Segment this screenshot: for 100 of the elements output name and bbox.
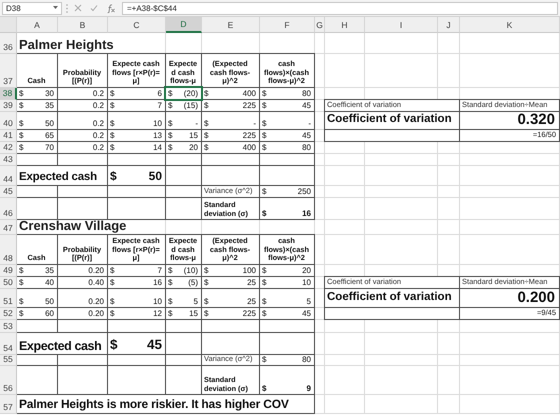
column-header[interactable]: H — [325, 17, 365, 33]
column-header[interactable]: F — [260, 17, 315, 33]
cell-value: 25 — [247, 296, 256, 306]
row-number[interactable]: 48 — [0, 235, 17, 265]
currency-sign: $ — [262, 130, 266, 140]
cell-value: 40 — [45, 278, 54, 287]
cell-value: 15 — [189, 130, 198, 140]
currency-sign: $ — [204, 142, 208, 152]
table-cell-text: 0.320 — [516, 112, 556, 129]
cell-value: 100 — [242, 266, 256, 275]
row-number[interactable]: 56 — [0, 366, 17, 395]
row-number[interactable]: 53 — [0, 320, 17, 333]
table-cell-text: 0.2 — [92, 142, 105, 153]
currency-sign: $ — [110, 308, 114, 318]
column-header[interactable]: C — [108, 17, 166, 33]
cell-value: 10 — [153, 296, 162, 306]
cell-value: 13 — [153, 130, 162, 140]
currency-sign: $ — [110, 296, 114, 306]
currency-sign: $ — [204, 278, 208, 287]
cell-value: 80 — [302, 142, 311, 152]
currency-sign: $ — [168, 296, 172, 306]
table-cell-text: 0.2 — [92, 100, 105, 111]
row-number[interactable]: 50 — [0, 277, 17, 289]
row-number[interactable]: 40 — [0, 112, 17, 130]
row-number[interactable]: 46 — [0, 198, 17, 220]
cell-value: 225 — [242, 130, 256, 140]
table-cell-text: 0.2 — [92, 130, 105, 141]
row-number[interactable]: 38 — [0, 88, 17, 100]
active-cell-border[interactable]: $ (20) — [166, 88, 201, 99]
currency-sign: $ — [262, 88, 266, 98]
currency-sign: $ — [19, 266, 24, 275]
table-cell-text: 0.20 — [87, 296, 105, 307]
column-header[interactable]: A — [17, 17, 58, 33]
currency-sign: $ — [110, 278, 114, 287]
row-number[interactable]: 45 — [0, 186, 17, 198]
currency-sign: $ — [168, 142, 172, 152]
column-header[interactable]: K — [460, 17, 560, 33]
column-header[interactable]: B — [58, 17, 108, 33]
cell-value: 30 — [45, 88, 54, 98]
row-number[interactable]: 49 — [0, 265, 17, 277]
select-all-corner[interactable] — [0, 17, 17, 33]
currency-sign: $ — [19, 130, 24, 140]
table-cell-text: 0.20 — [87, 265, 105, 276]
formula-field[interactable]: =+A38-$C$44 — [122, 2, 558, 14]
caret-icon — [53, 6, 58, 10]
function-icon — [106, 4, 116, 12]
cell-value: - — [195, 118, 198, 128]
row-number[interactable]: 51 — [0, 289, 17, 308]
row-number[interactable]: 44 — [0, 166, 17, 186]
currency-sign: $ — [110, 130, 114, 140]
close-icon — [74, 4, 82, 12]
row-number[interactable]: 42 — [0, 142, 17, 154]
cell-value: 35 — [45, 266, 54, 275]
table-cell-text: Palmer Heights — [18, 36, 115, 53]
row-number[interactable]: 37 — [0, 54, 17, 88]
check-icon — [90, 4, 98, 12]
currency-sign: $ — [262, 100, 266, 110]
cell-value: 250 — [298, 186, 311, 196]
table-cell-text: Expected cash — [18, 170, 98, 185]
cell-value: 20 — [189, 142, 198, 152]
row-number[interactable]: 54 — [0, 333, 17, 355]
row-number[interactable]: 52 — [0, 308, 17, 320]
cell-value: (5) — [188, 278, 198, 287]
row-number[interactable]: 41 — [0, 130, 17, 142]
row-number[interactable]: 55 — [0, 355, 17, 366]
cell-value: 50 — [45, 118, 54, 128]
cell-value: 16 — [153, 278, 162, 287]
cell-value: 80 — [302, 355, 311, 364]
currency-sign: $ — [168, 278, 172, 287]
cell-value: 5 — [306, 296, 311, 306]
cell-value: - — [308, 118, 311, 128]
column-header[interactable]: J — [438, 17, 460, 33]
cell-value: 5 — [194, 296, 198, 306]
table-cell-text: Palmer Heights is more riskier. It has higher COV — [18, 396, 290, 413]
cell-value: 10 — [302, 278, 311, 287]
row-number[interactable]: 39 — [0, 100, 17, 112]
cell-value: 45 — [302, 130, 311, 140]
cell-value: 50 — [148, 170, 162, 184]
cell-value: 70 — [45, 142, 54, 152]
column-header[interactable]: I — [365, 17, 438, 33]
currency-sign: $ — [262, 355, 266, 364]
cell-value: 15 — [189, 308, 198, 318]
currency-sign: $ — [168, 118, 172, 128]
currency-sign: $ — [262, 208, 266, 218]
currency-sign: $ — [168, 308, 172, 318]
cell-value: 45 — [302, 308, 311, 318]
row-number[interactable]: 57 — [0, 395, 17, 414]
currency-sign: $ — [110, 100, 114, 110]
column-header[interactable]: G — [315, 17, 325, 33]
cell-value: 10 — [153, 118, 162, 128]
row-number[interactable]: 47 — [0, 220, 17, 235]
name-box[interactable]: D38 — [2, 2, 62, 14]
currency-sign: $ — [204, 130, 208, 140]
column-header[interactable]: D — [166, 17, 202, 33]
row-number[interactable]: 43 — [0, 154, 17, 166]
row-number[interactable]: 36 — [0, 33, 17, 54]
currency-sign: $ — [168, 266, 172, 275]
column-header[interactable]: E — [202, 17, 260, 33]
cell-value: 50 — [45, 296, 54, 306]
table-cell-text: 0.20 — [87, 308, 105, 319]
